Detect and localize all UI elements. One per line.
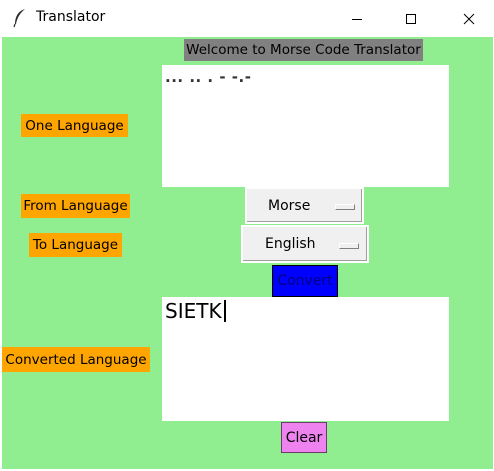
from-language-label: From Language (21, 194, 130, 218)
option-indicator-icon (339, 243, 359, 249)
output-text: SIETK (165, 299, 222, 323)
morse-input-textbox[interactable]: ... .. . - -.- (162, 65, 449, 187)
option-indicator-icon (335, 204, 355, 210)
convert-button[interactable]: Convert (272, 265, 338, 297)
from-language-value: Morse (268, 197, 311, 214)
maximize-icon (406, 13, 416, 24)
from-language-select[interactable]: Morse (245, 187, 364, 224)
converted-language-label: Converted Language (2, 347, 150, 372)
to-language-select[interactable]: English (241, 225, 369, 263)
app-body: Welcome to Morse Code Translator One Lan… (2, 37, 493, 469)
feather-icon (12, 8, 28, 28)
text-cursor (223, 300, 226, 322)
minimize-button[interactable] (334, 0, 380, 37)
morse-input-text: ... .. . - -.- (165, 68, 252, 86)
close-button[interactable] (446, 0, 492, 37)
to-language-label: To Language (29, 233, 122, 257)
page-title: Welcome to Morse Code Translator (184, 39, 423, 61)
minimize-icon (352, 18, 362, 20)
clear-button[interactable]: Clear (281, 422, 327, 453)
title-bar: Translator (0, 0, 494, 37)
one-language-label: One Language (21, 114, 128, 137)
window-title: Translator (36, 9, 106, 25)
close-icon (463, 13, 475, 24)
output-textbox[interactable]: SIETK (162, 297, 449, 421)
maximize-button[interactable] (388, 0, 434, 37)
to-language-value: English (265, 236, 316, 252)
